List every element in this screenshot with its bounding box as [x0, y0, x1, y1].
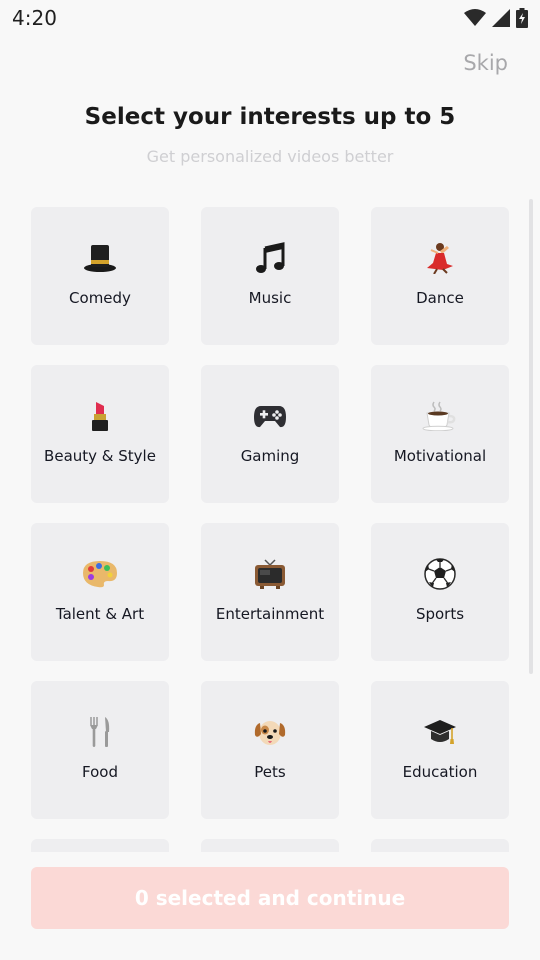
interest-tile-gaming[interactable]: Gaming — [201, 365, 339, 503]
music-notes-icon — [201, 241, 339, 275]
interest-tile-beauty-style[interactable]: Beauty & Style — [31, 365, 169, 503]
page-title: Select your interests up to 5 — [84, 104, 456, 130]
interest-tile-entertainment[interactable]: Entertainment — [201, 523, 339, 661]
interest-label: Music — [248, 289, 292, 307]
continue-button[interactable]: 0 selected and continue — [31, 867, 509, 929]
interest-grid-viewport[interactable]: Comedy Music Dance Beauty & Style Gaming… — [0, 196, 540, 852]
television-icon — [201, 557, 339, 591]
interest-grid: Comedy Music Dance Beauty & Style Gaming… — [31, 207, 509, 852]
status-icons — [464, 6, 528, 30]
page-subtitle: Get personalized videos better — [146, 147, 394, 166]
interest-label: Entertainment — [215, 605, 325, 623]
interest-tile-partial[interactable] — [201, 839, 339, 852]
interest-tile-education[interactable]: Education — [371, 681, 509, 819]
interest-tile-sports[interactable]: Sports — [371, 523, 509, 661]
interest-label: Dance — [416, 289, 464, 307]
interest-tile-partial[interactable] — [31, 839, 169, 852]
interest-label: Beauty & Style — [44, 447, 156, 465]
battery-icon — [516, 8, 528, 28]
signal-icon — [492, 9, 510, 27]
interest-label: Comedy — [69, 289, 131, 307]
interest-label: Sports — [415, 605, 465, 623]
continue-label: 0 selected and continue — [134, 886, 406, 910]
scrollbar[interactable] — [529, 199, 533, 674]
dog-icon — [201, 715, 339, 749]
interest-tile-comedy[interactable]: Comedy — [31, 207, 169, 345]
interest-tile-dance[interactable]: Dance — [371, 207, 509, 345]
status-bar: 4:20 — [0, 0, 540, 36]
interest-tile-talent-art[interactable]: Talent & Art — [31, 523, 169, 661]
interest-label: Motivational — [393, 447, 487, 465]
status-time: 4:20 — [12, 6, 57, 30]
interest-tile-partial[interactable] — [371, 839, 509, 852]
interest-tile-food[interactable]: Food — [31, 681, 169, 819]
interest-tile-motivational[interactable]: Motivational — [371, 365, 509, 503]
palette-icon — [31, 557, 169, 591]
interest-tile-pets[interactable]: Pets — [201, 681, 339, 819]
interest-label: Talent & Art — [55, 605, 145, 623]
interest-label: Food — [82, 763, 118, 781]
soccer-ball-icon — [371, 557, 509, 591]
interest-tile-music[interactable]: Music — [201, 207, 339, 345]
fork-knife-icon — [31, 715, 169, 749]
coffee-icon — [371, 399, 509, 433]
skip-button[interactable]: Skip — [463, 51, 508, 75]
dancer-icon — [371, 241, 509, 275]
wifi-icon — [464, 9, 486, 27]
interest-label: Education — [402, 763, 478, 781]
interest-label: Gaming — [240, 447, 300, 465]
gamepad-icon — [201, 399, 339, 433]
lipstick-icon — [31, 399, 169, 433]
interest-label: Pets — [254, 763, 286, 781]
graduation-cap-icon — [371, 715, 509, 749]
top-hat-icon — [31, 241, 169, 275]
